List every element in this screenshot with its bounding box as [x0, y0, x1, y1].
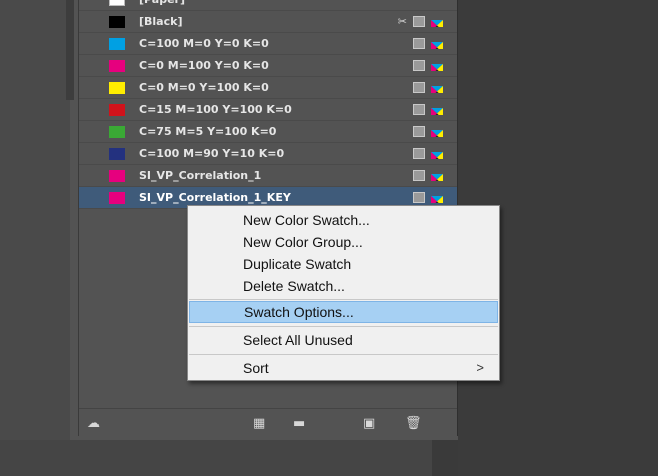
- swatch-color-chip: [109, 191, 125, 204]
- cc-library-icon[interactable]: ☁: [87, 417, 100, 430]
- gray-box-icon: [413, 16, 425, 27]
- swatch-name: [Paper]: [139, 0, 185, 6]
- swatch-row[interactable]: C=100 M=90 Y=10 K=0: [79, 143, 457, 165]
- swatch-name: C=100 M=0 Y=0 K=0: [139, 37, 269, 50]
- menu-separator: [189, 299, 498, 300]
- swatch-row-icons: [413, 82, 443, 93]
- gray-box-icon: [413, 192, 425, 203]
- folder-icon[interactable]: ▬: [293, 417, 305, 430]
- menu-item-swatch-options[interactable]: Swatch Options...: [189, 301, 498, 323]
- workspace-bottom-strip: [432, 440, 458, 476]
- swatch-row-icons: [413, 170, 443, 181]
- menu-item-new-color-swatch[interactable]: New Color Swatch...: [189, 209, 498, 231]
- workspace-left: [0, 0, 70, 476]
- swatch-list: [Paper] [Black] ✂ C=100 M=0 Y=0 K=0 C=0 M=10…: [79, 0, 457, 209]
- swatch-row-icons: [413, 104, 443, 115]
- cmyk-icon: [431, 148, 443, 159]
- swatch-row-icons: [413, 38, 443, 49]
- swatch-name: C=15 M=100 Y=100 K=0: [139, 103, 292, 116]
- menu-item-delete-swatch[interactable]: Delete Swatch...: [189, 275, 498, 297]
- swatch-color-chip: [109, 0, 125, 6]
- swatch-color-chip: [109, 103, 125, 116]
- swatch-row[interactable]: [Black] ✂: [79, 11, 457, 33]
- scissor-icon: ✂: [397, 15, 407, 28]
- menu-item-select-all-unused[interactable]: Select All Unused: [189, 329, 498, 351]
- swatch-row-icons: ✂: [398, 16, 443, 27]
- trash-icon[interactable]: 🗑: [405, 417, 422, 430]
- cmyk-icon: [431, 104, 443, 115]
- panel-footer: ☁ ▦ ▬ ▣ 🗑: [79, 408, 457, 437]
- swatch-color-chip: [109, 37, 125, 50]
- swatch-color-chip: [109, 81, 125, 94]
- swatch-view-icon[interactable]: ▦: [253, 417, 265, 430]
- cmyk-icon: [431, 16, 443, 27]
- swatch-row-icons: [413, 148, 443, 159]
- swatch-name: C=0 M=100 Y=0 K=0: [139, 59, 269, 72]
- cmyk-icon: [431, 82, 443, 93]
- gray-box-icon: [413, 104, 425, 115]
- gray-box-icon: [413, 82, 425, 93]
- workspace-left-edge: [66, 0, 74, 100]
- cmyk-icon: [431, 170, 443, 181]
- gray-box-icon: [413, 170, 425, 181]
- menu-item-new-color-group[interactable]: New Color Group...: [189, 231, 498, 253]
- swatch-row[interactable]: C=100 M=0 Y=0 K=0: [79, 33, 457, 55]
- swatch-color-chip: [109, 169, 125, 182]
- menu-separator: [189, 354, 498, 355]
- context-menu: New Color Swatch... New Color Group... D…: [187, 205, 500, 381]
- new-swatch-icon[interactable]: ▣: [363, 417, 375, 430]
- cmyk-icon: [431, 126, 443, 137]
- menu-item-sort[interactable]: Sort >: [189, 357, 498, 379]
- swatch-row-icons: [413, 126, 443, 137]
- swatch-color-chip: [109, 147, 125, 160]
- swatch-row[interactable]: SI_VP_Correlation_1: [79, 165, 457, 187]
- swatch-name: SI_VP_Correlation_1: [139, 169, 262, 182]
- menu-item-sort-label: Sort: [243, 360, 269, 376]
- cmyk-icon: [431, 192, 443, 203]
- submenu-arrow-icon: >: [476, 360, 484, 375]
- swatch-row[interactable]: C=0 M=0 Y=100 K=0: [79, 77, 457, 99]
- swatch-color-chip: [109, 15, 125, 28]
- swatch-name: C=100 M=90 Y=10 K=0: [139, 147, 285, 160]
- swatch-row-icons: [413, 60, 443, 71]
- cmyk-icon: [431, 38, 443, 49]
- swatch-row[interactable]: C=0 M=100 Y=0 K=0: [79, 55, 457, 77]
- gray-box-icon: [413, 148, 425, 159]
- swatch-row[interactable]: C=15 M=100 Y=100 K=0: [79, 99, 457, 121]
- gray-box-icon: [413, 38, 425, 49]
- swatch-name: [Black]: [139, 15, 183, 28]
- swatch-color-chip: [109, 125, 125, 138]
- menu-item-duplicate-swatch[interactable]: Duplicate Swatch: [189, 253, 498, 275]
- swatch-name: SI_VP_Correlation_1_KEY: [139, 191, 291, 204]
- swatch-color-chip: [109, 59, 125, 72]
- swatch-row-icons: [413, 192, 443, 203]
- cmyk-icon: [431, 60, 443, 71]
- gray-box-icon: [413, 126, 425, 137]
- swatch-name: C=0 M=0 Y=100 K=0: [139, 81, 269, 94]
- gray-box-icon: [413, 60, 425, 71]
- swatch-row[interactable]: [Paper]: [79, 0, 457, 11]
- workspace-bottom: [0, 440, 458, 476]
- swatch-name: C=75 M=5 Y=100 K=0: [139, 125, 277, 138]
- menu-separator: [189, 326, 498, 327]
- swatch-row[interactable]: C=75 M=5 Y=100 K=0: [79, 121, 457, 143]
